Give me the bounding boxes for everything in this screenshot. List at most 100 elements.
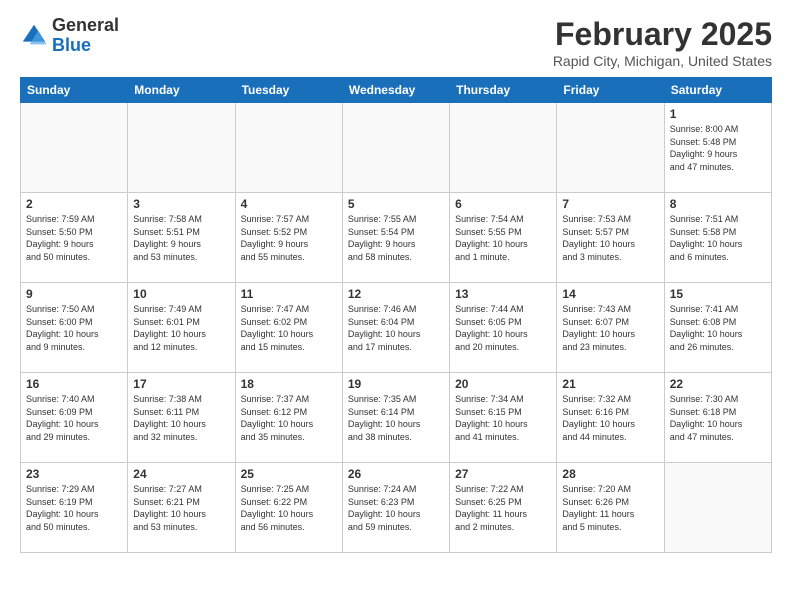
weekday-header-friday: Friday <box>557 78 664 103</box>
calendar-cell: 14 Sunrise: 7:43 AM Sunset: 6:07 PM Dayli… <box>557 283 664 373</box>
calendar-cell: 9 Sunrise: 7:50 AM Sunset: 6:00 PM Daylig… <box>21 283 128 373</box>
calendar-cell: 18 Sunrise: 7:37 AM Sunset: 6:12 PM Dayli… <box>235 373 342 463</box>
day-info: Sunrise: 7:59 AM Sunset: 5:50 PM Dayligh… <box>26 213 122 263</box>
calendar-cell: 8 Sunrise: 7:51 AM Sunset: 5:58 PM Daylig… <box>664 193 771 283</box>
day-info: Sunrise: 7:37 AM Sunset: 6:12 PM Dayligh… <box>241 393 337 443</box>
calendar-cell: 28 Sunrise: 7:20 AM Sunset: 6:26 PM Dayli… <box>557 463 664 553</box>
calendar-week-2: 9 Sunrise: 7:50 AM Sunset: 6:00 PM Daylig… <box>21 283 772 373</box>
calendar-cell: 11Sunrise: 7:47 AM Sunset: 6:02 PM Dayli… <box>235 283 342 373</box>
calendar-cell: 19 Sunrise: 7:35 AM Sunset: 6:14 PM Dayli… <box>342 373 449 463</box>
day-number: 19 <box>348 377 444 391</box>
day-number: 15 <box>670 287 766 301</box>
calendar-table: SundayMondayTuesdayWednesdayThursdayFrid… <box>20 77 772 553</box>
calendar-cell <box>664 463 771 553</box>
day-number: 12 <box>348 287 444 301</box>
day-info: Sunrise: 8:00 AM Sunset: 5:48 PM Dayligh… <box>670 123 766 173</box>
day-number: 10 <box>133 287 229 301</box>
calendar-cell: 22 Sunrise: 7:30 AM Sunset: 6:18 PM Dayli… <box>664 373 771 463</box>
calendar-cell: 10Sunrise: 7:49 AM Sunset: 6:01 PM Dayli… <box>128 283 235 373</box>
day-info: Sunrise: 7:25 AM Sunset: 6:22 PM Dayligh… <box>241 483 337 533</box>
weekday-header-monday: Monday <box>128 78 235 103</box>
day-number: 9 <box>26 287 122 301</box>
weekday-header-wednesday: Wednesday <box>342 78 449 103</box>
calendar-week-3: 16 Sunrise: 7:40 AM Sunset: 6:09 PM Dayli… <box>21 373 772 463</box>
calendar-cell <box>557 103 664 193</box>
calendar-body: 1 Sunrise: 8:00 AM Sunset: 5:48 PM Daylig… <box>21 103 772 553</box>
day-info: Sunrise: 7:40 AM Sunset: 6:09 PM Dayligh… <box>26 393 122 443</box>
logo-icon <box>20 22 48 50</box>
day-info: Sunrise: 7:53 AM Sunset: 5:57 PM Dayligh… <box>562 213 658 263</box>
calendar-cell: 3 Sunrise: 7:58 AM Sunset: 5:51 PM Daylig… <box>128 193 235 283</box>
calendar-cell: 13Sunrise: 7:44 AM Sunset: 6:05 PM Dayli… <box>450 283 557 373</box>
location: Rapid City, Michigan, United States <box>553 53 772 69</box>
calendar-cell: 27Sunrise: 7:22 AM Sunset: 6:25 PM Dayli… <box>450 463 557 553</box>
logo: General Blue <box>20 16 119 56</box>
day-info: Sunrise: 7:20 AM Sunset: 6:26 PM Dayligh… <box>562 483 658 533</box>
calendar-cell: 23Sunrise: 7:29 AM Sunset: 6:19 PM Dayli… <box>21 463 128 553</box>
calendar-cell <box>450 103 557 193</box>
day-number: 20 <box>455 377 551 391</box>
day-info: Sunrise: 7:47 AM Sunset: 6:02 PM Dayligh… <box>241 303 337 353</box>
day-number: 14 <box>562 287 658 301</box>
day-info: Sunrise: 7:51 AM Sunset: 5:58 PM Dayligh… <box>670 213 766 263</box>
day-number: 25 <box>241 467 337 481</box>
day-number: 4 <box>241 197 337 211</box>
calendar-cell: 2Sunrise: 7:59 AM Sunset: 5:50 PM Daylig… <box>21 193 128 283</box>
day-info: Sunrise: 7:35 AM Sunset: 6:14 PM Dayligh… <box>348 393 444 443</box>
day-number: 1 <box>670 107 766 121</box>
weekday-header-saturday: Saturday <box>664 78 771 103</box>
calendar-cell: 20Sunrise: 7:34 AM Sunset: 6:15 PM Dayli… <box>450 373 557 463</box>
day-number: 22 <box>670 377 766 391</box>
calendar-cell: 17 Sunrise: 7:38 AM Sunset: 6:11 PM Dayli… <box>128 373 235 463</box>
logo-general-text: General <box>52 16 119 36</box>
day-info: Sunrise: 7:27 AM Sunset: 6:21 PM Dayligh… <box>133 483 229 533</box>
calendar-cell: 26 Sunrise: 7:24 AM Sunset: 6:23 PM Dayli… <box>342 463 449 553</box>
day-info: Sunrise: 7:58 AM Sunset: 5:51 PM Dayligh… <box>133 213 229 263</box>
day-number: 3 <box>133 197 229 211</box>
calendar-week-1: 2Sunrise: 7:59 AM Sunset: 5:50 PM Daylig… <box>21 193 772 283</box>
calendar-cell: 16 Sunrise: 7:40 AM Sunset: 6:09 PM Dayli… <box>21 373 128 463</box>
day-info: Sunrise: 7:43 AM Sunset: 6:07 PM Dayligh… <box>562 303 658 353</box>
day-number: 23 <box>26 467 122 481</box>
calendar-cell: 21Sunrise: 7:32 AM Sunset: 6:16 PM Dayli… <box>557 373 664 463</box>
calendar-cell: 5Sunrise: 7:55 AM Sunset: 5:54 PM Daylig… <box>342 193 449 283</box>
calendar-cell: 4Sunrise: 7:57 AM Sunset: 5:52 PM Daylig… <box>235 193 342 283</box>
calendar-cell <box>235 103 342 193</box>
day-number: 6 <box>455 197 551 211</box>
logo-blue-text: Blue <box>52 36 119 56</box>
day-number: 26 <box>348 467 444 481</box>
day-number: 16 <box>26 377 122 391</box>
day-number: 5 <box>348 197 444 211</box>
logo-text: General Blue <box>52 16 119 56</box>
day-info: Sunrise: 7:38 AM Sunset: 6:11 PM Dayligh… <box>133 393 229 443</box>
day-number: 18 <box>241 377 337 391</box>
calendar-cell: 1 Sunrise: 8:00 AM Sunset: 5:48 PM Daylig… <box>664 103 771 193</box>
calendar-cell: 7 Sunrise: 7:53 AM Sunset: 5:57 PM Daylig… <box>557 193 664 283</box>
day-number: 24 <box>133 467 229 481</box>
calendar-header: SundayMondayTuesdayWednesdayThursdayFrid… <box>21 78 772 103</box>
calendar-cell <box>342 103 449 193</box>
day-info: Sunrise: 7:30 AM Sunset: 6:18 PM Dayligh… <box>670 393 766 443</box>
weekday-header-tuesday: Tuesday <box>235 78 342 103</box>
day-info: Sunrise: 7:44 AM Sunset: 6:05 PM Dayligh… <box>455 303 551 353</box>
day-number: 8 <box>670 197 766 211</box>
calendar-cell: 25 Sunrise: 7:25 AM Sunset: 6:22 PM Dayli… <box>235 463 342 553</box>
day-number: 28 <box>562 467 658 481</box>
day-info: Sunrise: 7:46 AM Sunset: 6:04 PM Dayligh… <box>348 303 444 353</box>
calendar-cell: 12 Sunrise: 7:46 AM Sunset: 6:04 PM Dayli… <box>342 283 449 373</box>
calendar-cell: 15Sunrise: 7:41 AM Sunset: 6:08 PM Dayli… <box>664 283 771 373</box>
calendar-cell: 6Sunrise: 7:54 AM Sunset: 5:55 PM Daylig… <box>450 193 557 283</box>
day-info: Sunrise: 7:24 AM Sunset: 6:23 PM Dayligh… <box>348 483 444 533</box>
month-year: February 2025 <box>553 16 772 53</box>
day-number: 7 <box>562 197 658 211</box>
calendar-week-0: 1 Sunrise: 8:00 AM Sunset: 5:48 PM Daylig… <box>21 103 772 193</box>
weekday-header-sunday: Sunday <box>21 78 128 103</box>
weekday-header-thursday: Thursday <box>450 78 557 103</box>
day-info: Sunrise: 7:32 AM Sunset: 6:16 PM Dayligh… <box>562 393 658 443</box>
day-number: 17 <box>133 377 229 391</box>
day-info: Sunrise: 7:50 AM Sunset: 6:00 PM Dayligh… <box>26 303 122 353</box>
weekday-row: SundayMondayTuesdayWednesdayThursdayFrid… <box>21 78 772 103</box>
day-info: Sunrise: 7:22 AM Sunset: 6:25 PM Dayligh… <box>455 483 551 533</box>
page: General Blue February 2025 Rapid City, M… <box>0 0 792 569</box>
header: General Blue February 2025 Rapid City, M… <box>20 16 772 69</box>
